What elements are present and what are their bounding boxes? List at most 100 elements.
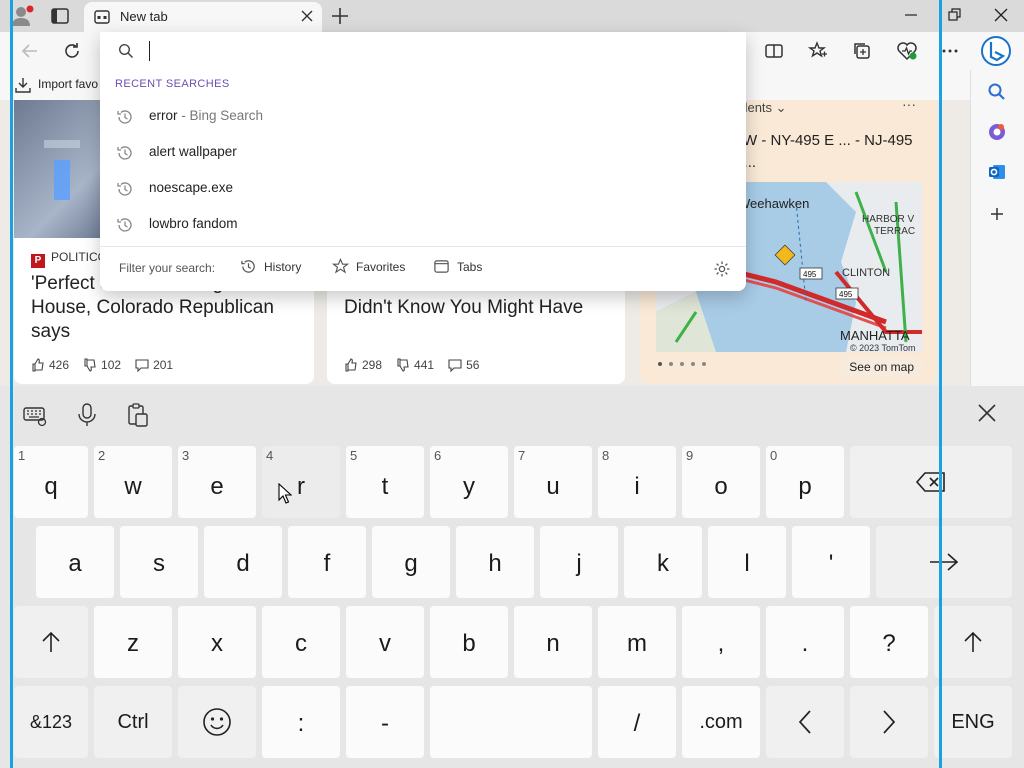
settings-more-icon[interactable] — [940, 41, 960, 66]
enter-key[interactable] — [876, 526, 1012, 598]
dotcom-key[interactable]: .com — [682, 686, 760, 758]
tab-new-tab[interactable]: New tab — [84, 2, 322, 32]
shift-key-left[interactable] — [14, 606, 88, 678]
key-f[interactable]: f — [288, 526, 366, 598]
key-o[interactable]: 9o — [682, 446, 760, 518]
key-question[interactable]: ? — [850, 606, 928, 678]
comment-button[interactable]: 56 — [448, 358, 479, 372]
address-input-caret[interactable] — [149, 41, 150, 61]
carousel-dots[interactable] — [658, 362, 706, 366]
browser-essentials-icon[interactable] — [896, 41, 918, 66]
emoji-key[interactable] — [178, 686, 256, 758]
key-a[interactable]: a — [36, 526, 114, 598]
like-button[interactable]: 426 — [31, 358, 69, 372]
key-u[interactable]: 7u — [514, 446, 592, 518]
search-icon — [118, 43, 134, 64]
profile-icon[interactable] — [10, 5, 34, 27]
dislike-button[interactable]: 441 — [396, 358, 434, 372]
key-l[interactable]: l — [708, 526, 786, 598]
tab-title: New tab — [120, 9, 168, 24]
key-d[interactable]: d — [204, 526, 282, 598]
history-icon — [241, 260, 255, 273]
office-icon[interactable] — [987, 122, 1007, 147]
key-i[interactable]: 8i — [598, 446, 676, 518]
tab-actions-icon[interactable] — [50, 6, 70, 26]
key-slash[interactable]: / — [598, 686, 676, 758]
key-w[interactable]: 2w — [94, 446, 172, 518]
symbols-key[interactable]: &123 — [14, 686, 88, 758]
import-favorites-icon[interactable] — [14, 76, 32, 99]
key-colon[interactable]: : — [262, 686, 340, 758]
restore-icon[interactable] — [946, 6, 964, 29]
svg-text:HARBOR V: HARBOR V — [862, 214, 915, 225]
key-g[interactable]: g — [372, 526, 450, 598]
back-icon[interactable] — [20, 41, 40, 66]
add-sidebar-app-icon[interactable] — [987, 204, 1007, 229]
svg-text:© 2023 TomTom: © 2023 TomTom — [850, 343, 916, 352]
key-v[interactable]: v — [346, 606, 424, 678]
shift-key-right[interactable] — [934, 606, 1012, 678]
key-m[interactable]: m — [598, 606, 676, 678]
key-p[interactable]: 0p — [766, 446, 844, 518]
comment-button[interactable]: 201 — [135, 358, 173, 372]
key-dash[interactable]: - — [346, 686, 424, 758]
left-arrow-key[interactable] — [766, 686, 844, 758]
like-button[interactable]: 298 — [344, 358, 382, 372]
split-screen-icon[interactable] — [764, 41, 784, 66]
gear-icon[interactable] — [713, 260, 731, 283]
ctrl-key[interactable]: Ctrl — [94, 686, 172, 758]
key-s[interactable]: s — [120, 526, 198, 598]
new-tab-plus-icon[interactable] — [330, 6, 350, 31]
key-period[interactable]: . — [766, 606, 844, 678]
suggestion-item[interactable]: error - Bing Search — [100, 98, 746, 134]
key-h[interactable]: h — [456, 526, 534, 598]
key-e[interactable]: 3e — [178, 446, 256, 518]
key-c[interactable]: c — [262, 606, 340, 678]
language-key[interactable]: ENG — [934, 686, 1012, 758]
key-z[interactable]: z — [94, 606, 172, 678]
microphone-icon[interactable] — [76, 402, 98, 433]
suggestion-item[interactable]: lowbro fandom — [100, 206, 746, 242]
key-t[interactable]: 5t — [346, 446, 424, 518]
tab-close-icon[interactable] — [300, 9, 314, 28]
key-x[interactable]: x — [178, 606, 256, 678]
key-n[interactable]: n — [514, 606, 592, 678]
see-on-map-button[interactable]: See on map — [841, 356, 922, 378]
key-apostrophe[interactable]: ' — [792, 526, 870, 598]
key-y[interactable]: 6y — [430, 446, 508, 518]
dislike-button[interactable]: 102 — [83, 358, 121, 372]
favorites-icon[interactable] — [807, 41, 828, 66]
key-q[interactable]: 1q — [14, 446, 88, 518]
space-key[interactable] — [430, 686, 592, 758]
key-r[interactable]: 4r — [262, 446, 340, 518]
key-b[interactable]: b — [430, 606, 508, 678]
collections-icon[interactable] — [852, 41, 872, 66]
search-sidebar-icon[interactable] — [987, 82, 1007, 107]
keyboard-close-icon[interactable] — [976, 402, 998, 429]
refresh-icon[interactable] — [62, 41, 82, 66]
backspace-key[interactable] — [850, 446, 1012, 518]
key-j[interactable]: j — [540, 526, 618, 598]
card-more-icon[interactable]: ··· — [902, 100, 916, 112]
outlook-icon[interactable] — [987, 162, 1007, 187]
new-tab-favicon-icon — [94, 9, 110, 30]
clipboard-icon[interactable] — [126, 402, 150, 433]
filter-favorites-button[interactable]: Favorites — [332, 258, 405, 275]
suggestion-item[interactable]: noescape.exe — [100, 170, 746, 206]
import-favorites-label[interactable]: Import favo — [38, 77, 98, 91]
filter-history-button[interactable]: History — [240, 258, 301, 275]
close-window-icon[interactable] — [992, 6, 1010, 29]
svg-text:495: 495 — [803, 270, 817, 279]
keyboard-layout-icon[interactable] — [22, 402, 48, 433]
key-k[interactable]: k — [624, 526, 702, 598]
key-comma[interactable]: , — [682, 606, 760, 678]
minimize-icon[interactable] — [902, 6, 920, 29]
svg-text:CLINTON: CLINTON — [842, 267, 890, 279]
right-arrow-key[interactable] — [850, 686, 928, 758]
bing-copilot-icon[interactable] — [980, 35, 1012, 72]
politico-logo-icon: P — [31, 254, 45, 268]
suggestion-item[interactable]: alert wallpaper — [100, 134, 746, 170]
news-source: P POLITICO — [31, 250, 107, 268]
filter-tabs-button[interactable]: Tabs — [433, 258, 482, 275]
svg-text:TERRAC: TERRAC — [874, 226, 915, 237]
